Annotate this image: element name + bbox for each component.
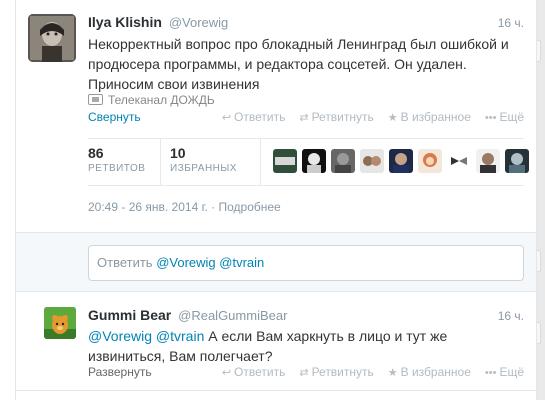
- reply-placeholder: Ответить: [97, 255, 153, 270]
- retweet-label: Ретвитнуть: [311, 365, 374, 379]
- reply-icon: ↩: [221, 367, 232, 379]
- expand-link[interactable]: Развернуть: [88, 365, 152, 379]
- retweeter-avatar[interactable]: [273, 149, 297, 173]
- retweeter-avatar[interactable]: [389, 149, 413, 173]
- retweet-action[interactable]: ⇄ Ретвитнуть: [299, 110, 373, 126]
- retweet-stat[interactable]: 86 РЕТВИТОВ: [88, 145, 145, 174]
- fullname[interactable]: Ilya Klishin: [88, 14, 162, 30]
- collapse-link[interactable]: Свернуть: [88, 110, 141, 126]
- divider: [16, 390, 536, 391]
- tweet-header: Gummi Bear @RealGummiBear 16 ч.: [88, 307, 524, 327]
- reply-icon: ↩: [221, 112, 232, 124]
- reply-action[interactable]: ↩ Ответить: [222, 110, 286, 126]
- star-icon: ★: [387, 367, 398, 379]
- reply-tweet: Gummi Bear @RealGummiBear 16 ч. @Vorewig…: [16, 293, 536, 388]
- retweet-label: Ретвитнуть: [311, 110, 374, 124]
- attribution: Телеканал ДОЖДЬ: [88, 93, 215, 109]
- timestamp-text[interactable]: 20:49 - 26 янв. 2014 г. ·: [88, 200, 218, 214]
- tweet-mentions[interactable]: @Vorewig @tvrain: [88, 328, 204, 344]
- more-label: Ещё: [499, 365, 524, 379]
- more-label: Ещё: [499, 110, 524, 124]
- fullname[interactable]: Gummi Bear: [88, 307, 171, 323]
- reply-action[interactable]: ↩ Ответить: [222, 365, 286, 379]
- more-icon: •••: [484, 112, 497, 124]
- tweet-time[interactable]: 16 ч.: [498, 309, 524, 323]
- tweet-text: Некорректный вопрос про блокадный Ленинг…: [88, 36, 509, 92]
- retweeter-avatar[interactable]: [505, 149, 529, 173]
- username[interactable]: @Vorewig: [169, 15, 228, 30]
- reply-area: Ответить @Vorewig @tvrain: [16, 232, 536, 292]
- favorite-action[interactable]: ★ В избранное: [388, 110, 471, 126]
- tweet-time[interactable]: 16 ч.: [498, 16, 524, 30]
- tweet-stats: 86 РЕТВИТОВ 10 ИЗБРАННЫХ: [88, 139, 529, 185]
- favorite-action[interactable]: ★ В избранное: [388, 365, 471, 379]
- stat-divider: [160, 139, 161, 185]
- avatar[interactable]: [28, 14, 76, 62]
- more-action[interactable]: ••• Ещё: [485, 110, 524, 126]
- favorite-stat[interactable]: 10 ИЗБРАННЫХ: [170, 145, 237, 174]
- retweeter-avatar[interactable]: [476, 149, 500, 173]
- reply-label: Ответить: [234, 110, 286, 124]
- favorite-label: В избранное: [400, 365, 471, 379]
- more-icon: •••: [484, 367, 497, 379]
- retweet-icon: ⇄: [299, 112, 309, 124]
- divider: [88, 185, 524, 186]
- retweeter-avatar[interactable]: [418, 149, 442, 173]
- tweet-panel: Ilya Klishin @Vorewig 16 ч. Некорректный…: [15, 0, 537, 400]
- more-action[interactable]: ••• Ещё: [485, 365, 524, 379]
- retweet-count: 86: [88, 145, 104, 161]
- attribution-label: Телеканал ДОЖДЬ: [108, 93, 215, 107]
- favorite-label: В избранное: [400, 110, 471, 124]
- tweet-timestamp: 20:49 - 26 янв. 2014 г. · Подробнее: [88, 200, 281, 214]
- details-link[interactable]: Подробнее: [218, 200, 280, 214]
- star-icon: ★: [387, 112, 398, 124]
- tv-icon: [88, 94, 103, 105]
- tweet-actions: ↩ Ответить ⇄ Ретвитнуть ★ В избранное ••• Ещ…: [222, 365, 524, 379]
- favorite-count: 10: [170, 145, 186, 161]
- retweet-count-label: РЕТВИТОВ: [88, 163, 146, 174]
- main-tweet: Ilya Klishin @Vorewig 16 ч. Некорректный…: [16, 0, 536, 232]
- reply-mentions: @Vorewig @tvrain: [156, 255, 265, 270]
- tweet-actions: ↩ Ответить ⇄ Ретвитнуть ★ В избранное ••• Ещ…: [222, 110, 524, 126]
- retweet-icon: ⇄: [299, 367, 309, 379]
- retweeter-avatars: [273, 149, 529, 173]
- tweet-header: Ilya Klishin @Vorewig 16 ч.: [88, 14, 524, 34]
- favorite-count-label: ИЗБРАННЫХ: [170, 163, 237, 174]
- retweeter-avatar[interactable]: [331, 149, 355, 173]
- retweeter-avatar[interactable]: [302, 149, 326, 173]
- avatar[interactable]: [44, 307, 76, 339]
- retweet-action[interactable]: ⇄ Ретвитнуть: [299, 365, 373, 379]
- reply-input[interactable]: Ответить @Vorewig @tvrain: [88, 245, 524, 281]
- tweet-text: @Vorewig @tvrain А если Вам харкнуть в л…: [88, 326, 528, 366]
- reply-label: Ответить: [234, 365, 286, 379]
- username[interactable]: @RealGummiBear: [178, 308, 287, 323]
- retweeter-avatar[interactable]: [447, 149, 471, 173]
- retweeter-avatar[interactable]: [360, 149, 384, 173]
- stat-divider: [260, 139, 261, 185]
